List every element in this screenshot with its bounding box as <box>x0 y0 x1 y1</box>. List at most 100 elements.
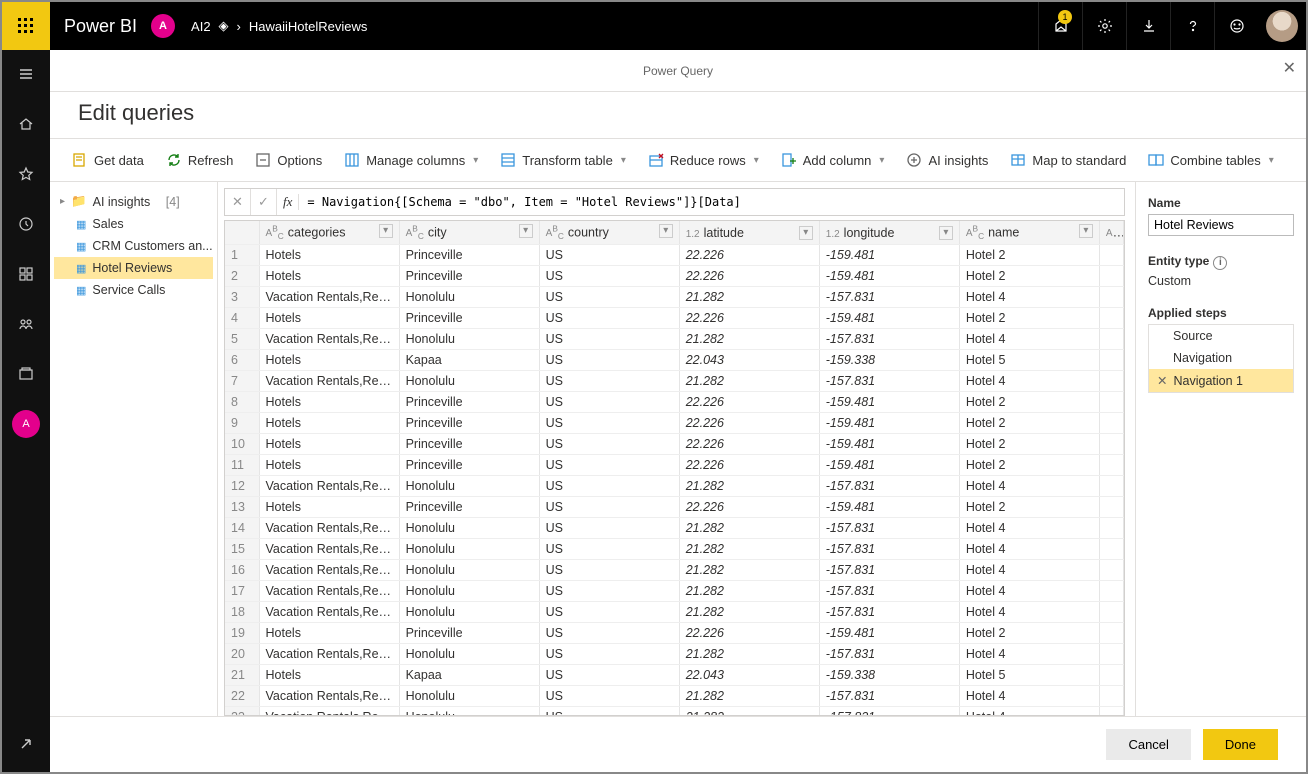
close-icon[interactable]: ✕ <box>1283 58 1296 78</box>
workspaces-icon[interactable] <box>8 356 44 392</box>
cancel-button[interactable]: Cancel <box>1106 729 1190 760</box>
table-row[interactable]: 16Vacation Rentals,Resorts &...HonoluluU… <box>225 560 1124 581</box>
applied-step[interactable]: ✕Navigation 1 <box>1149 369 1293 392</box>
diamond-icon: ◈ <box>219 18 229 34</box>
table-row[interactable]: 7Vacation Rentals,Resorts &...HonoluluUS… <box>225 371 1124 392</box>
table-row[interactable]: 4HotelsPrincevilleUS22.226-159.481Hotel … <box>225 308 1124 329</box>
download-icon[interactable] <box>1126 2 1170 50</box>
combine-tables-button[interactable]: Combine tables▾ <box>1144 148 1277 172</box>
column-header[interactable]: ABCcategories▾ <box>259 221 399 245</box>
column-dropdown-icon[interactable]: ▾ <box>519 224 533 238</box>
table-icon: ▦ <box>76 240 86 253</box>
feedback-icon[interactable] <box>1214 2 1258 50</box>
formula-commit-icon[interactable]: ✓ <box>251 189 277 215</box>
tree-folder[interactable]: ▸ 📁 AI insights [4] <box>54 190 213 213</box>
column-header[interactable]: 1.2latitude▾ <box>679 221 819 245</box>
table-row[interactable]: 21HotelsKapaaUS22.043-159.338Hotel 5 <box>225 665 1124 686</box>
table-row[interactable]: 15Vacation Rentals,Resorts &...HonoluluU… <box>225 539 1124 560</box>
top-bar: Power BI A AI2 ◈ › HawaiiHotelReviews 1 <box>2 2 1306 50</box>
table-row[interactable]: 18Vacation Rentals,Resorts &...HonoluluU… <box>225 602 1124 623</box>
table-row[interactable]: 5Vacation Rentals,Resorts &...HonoluluUS… <box>225 329 1124 350</box>
properties-pane: Name Entity typei Custom Applied steps S… <box>1136 182 1306 716</box>
table-row[interactable]: 2HotelsPrincevilleUS22.226-159.481Hotel … <box>225 266 1124 287</box>
table-row[interactable]: 19HotelsPrincevilleUS22.226-159.481Hotel… <box>225 623 1124 644</box>
table-row[interactable]: 14Vacation Rentals,Resorts &...HonoluluU… <box>225 518 1124 539</box>
column-dropdown-icon[interactable]: ▾ <box>939 226 953 240</box>
table-row[interactable]: 12Vacation Rentals,Resorts &...HonoluluU… <box>225 476 1124 497</box>
notifications-icon[interactable]: 1 <box>1038 2 1082 50</box>
workspace-name[interactable]: AI2 <box>191 19 211 34</box>
ai-insights-button[interactable]: AI insights <box>902 148 992 172</box>
column-header-extra[interactable]: ABC <box>1099 221 1123 245</box>
current-workspace-avatar[interactable]: A <box>8 406 44 442</box>
apps-icon[interactable] <box>8 256 44 292</box>
expand-icon[interactable] <box>8 726 44 762</box>
home-icon[interactable] <box>8 106 44 142</box>
settings-icon[interactable] <box>1082 2 1126 50</box>
entity-type-label: Entity typei <box>1148 254 1294 270</box>
column-header[interactable]: ABCcity▾ <box>399 221 539 245</box>
column-dropdown-icon[interactable]: ▾ <box>799 226 813 240</box>
options-button[interactable]: Options <box>251 148 326 172</box>
tree-query-item[interactable]: ▦CRM Customers an... <box>54 235 213 257</box>
table-row[interactable]: 13HotelsPrincevilleUS22.226-159.481Hotel… <box>225 497 1124 518</box>
column-header[interactable]: ABCname▾ <box>959 221 1099 245</box>
query-name-input[interactable] <box>1148 214 1294 236</box>
done-button[interactable]: Done <box>1203 729 1278 760</box>
app-launcher-icon[interactable] <box>2 2 50 50</box>
table-row[interactable]: 23Vacation Rentals,Resorts &...HonoluluU… <box>225 707 1124 716</box>
breadcrumb: A AI2 ◈ › HawaiiHotelReviews <box>151 14 367 38</box>
column-dropdown-icon[interactable]: ▾ <box>1079 224 1093 238</box>
app-title: Power BI <box>50 16 151 37</box>
table-row[interactable]: 11HotelsPrincevilleUS22.226-159.481Hotel… <box>225 455 1124 476</box>
notification-badge: 1 <box>1058 10 1072 24</box>
refresh-button[interactable]: Refresh <box>162 148 238 172</box>
entity-type-value: Custom <box>1148 274 1294 288</box>
column-header[interactable]: ABCcountry▾ <box>539 221 679 245</box>
formula-cancel-icon[interactable]: ✕ <box>225 189 251 215</box>
table-row[interactable]: 8HotelsPrincevilleUS22.226-159.481Hotel … <box>225 392 1124 413</box>
user-avatar[interactable] <box>1266 10 1298 42</box>
grid-corner[interactable] <box>225 221 259 245</box>
manage-columns-button[interactable]: Manage columns▾ <box>340 148 482 172</box>
applied-step[interactable]: Navigation <box>1149 347 1293 369</box>
tree-query-item[interactable]: ▦Service Calls <box>54 279 213 301</box>
info-icon[interactable]: i <box>1213 256 1227 270</box>
table-row[interactable]: 20Vacation Rentals,Resorts &...HonoluluU… <box>225 644 1124 665</box>
formula-input[interactable] <box>299 195 1124 209</box>
menu-icon[interactable] <box>8 56 44 92</box>
transform-table-button[interactable]: Transform table▾ <box>496 148 630 172</box>
delete-step-icon[interactable]: ✕ <box>1157 374 1167 388</box>
table-row[interactable]: 6HotelsKapaaUS22.043-159.338Hotel 5 <box>225 350 1124 371</box>
applied-step[interactable]: Source <box>1149 325 1293 347</box>
tree-query-item[interactable]: ▦Sales <box>54 213 213 235</box>
left-nav-rail: A <box>2 50 50 772</box>
favorites-icon[interactable] <box>8 156 44 192</box>
column-header[interactable]: 1.2longitude▾ <box>819 221 959 245</box>
recent-icon[interactable] <box>8 206 44 242</box>
add-column-button[interactable]: Add column▾ <box>777 148 889 172</box>
applied-steps-label: Applied steps <box>1148 306 1294 320</box>
table-row[interactable]: 1HotelsPrincevilleUS22.226-159.481Hotel … <box>225 245 1124 266</box>
table-row[interactable]: 22Vacation Rentals,Resorts &...HonoluluU… <box>225 686 1124 707</box>
data-preview-area: ✕ ✓ fx ABCcategories▾ABCcity▾ABCcountry▾… <box>218 182 1136 716</box>
reduce-rows-button[interactable]: Reduce rows▾ <box>644 148 763 172</box>
get-data-button[interactable]: Get data <box>68 148 148 172</box>
tree-query-item[interactable]: ▦Hotel Reviews <box>54 257 213 279</box>
table-row[interactable]: 17Vacation Rentals,Resorts &...HonoluluU… <box>225 581 1124 602</box>
map-to-standard-button[interactable]: Map to standard <box>1006 148 1130 172</box>
data-grid[interactable]: ABCcategories▾ABCcity▾ABCcountry▾1.2lati… <box>224 220 1125 716</box>
applied-steps-list: SourceNavigation✕Navigation 1 <box>1148 324 1294 393</box>
table-icon: ▦ <box>76 262 86 275</box>
fx-icon[interactable]: fx <box>277 194 299 210</box>
table-row[interactable]: 9HotelsPrincevilleUS22.226-159.481Hotel … <box>225 413 1124 434</box>
table-row[interactable]: 10HotelsPrincevilleUS22.226-159.481Hotel… <box>225 434 1124 455</box>
help-icon[interactable] <box>1170 2 1214 50</box>
column-dropdown-icon[interactable]: ▾ <box>379 224 393 238</box>
document-name[interactable]: HawaiiHotelReviews <box>249 19 368 34</box>
workspace-badge[interactable]: A <box>151 14 175 38</box>
table-icon: ▦ <box>76 284 86 297</box>
shared-icon[interactable] <box>8 306 44 342</box>
column-dropdown-icon[interactable]: ▾ <box>659 224 673 238</box>
table-row[interactable]: 3Vacation Rentals,Resorts &...HonoluluUS… <box>225 287 1124 308</box>
